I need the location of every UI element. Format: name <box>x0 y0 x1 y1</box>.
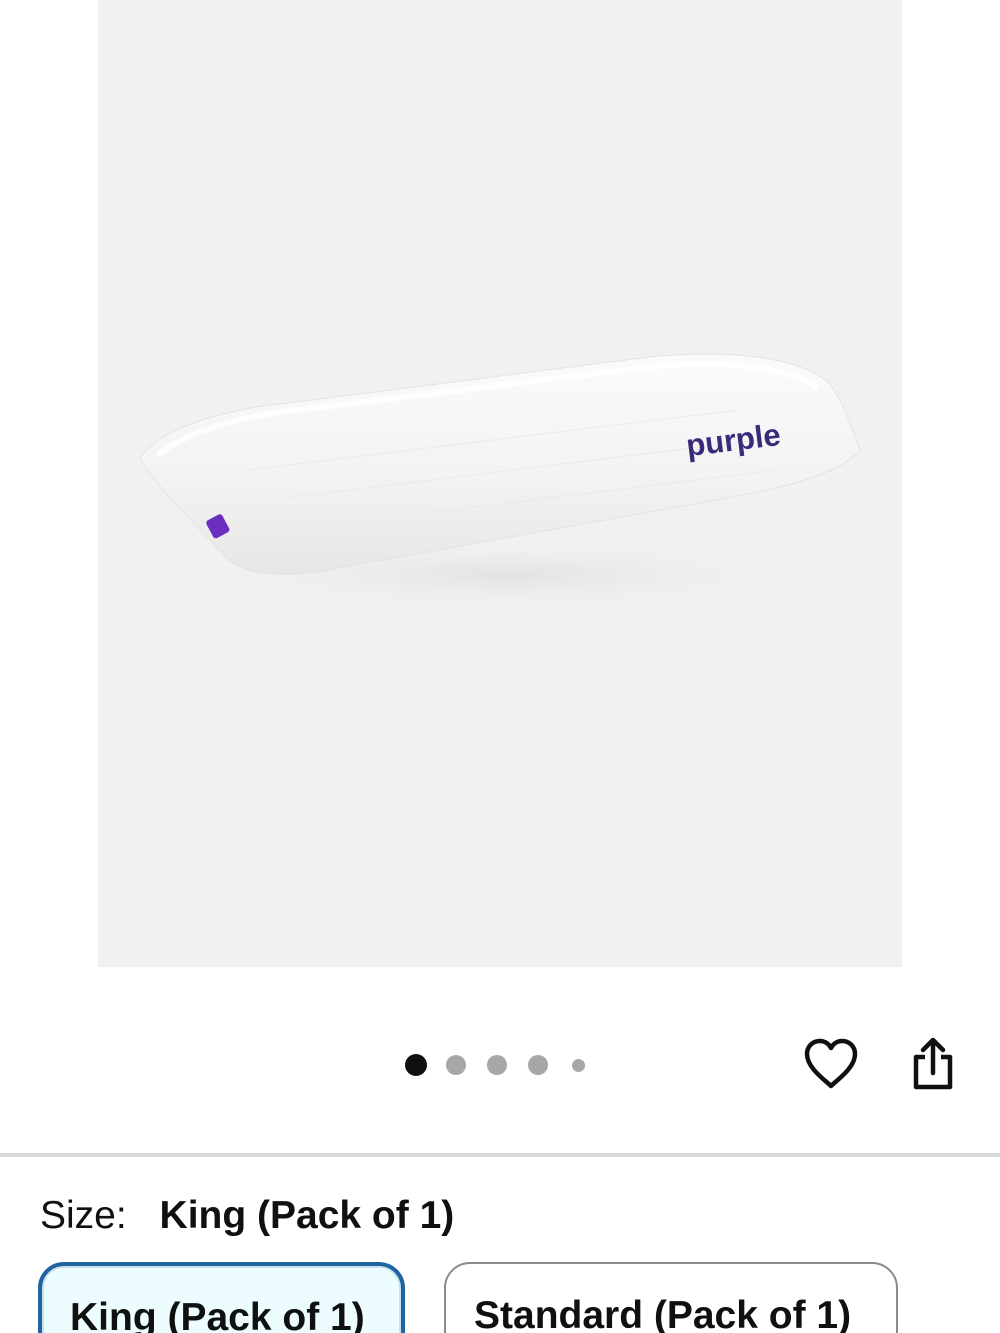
heart-icon <box>804 1038 858 1089</box>
share-icon <box>913 1037 953 1090</box>
carousel-indicator[interactable] <box>405 1052 585 1078</box>
size-selector-header: Size: King (Pack of 1) <box>40 1190 454 1242</box>
carousel-dot-5[interactable] <box>572 1058 585 1072</box>
carousel-dot-4[interactable] <box>528 1055 548 1075</box>
size-label: Size: <box>40 1194 127 1237</box>
share-button[interactable] <box>905 1034 961 1094</box>
size-option-standard[interactable]: Standard (Pack of 1) <box>444 1262 898 1333</box>
carousel-dot-3[interactable] <box>487 1055 507 1075</box>
carousel-dot-1[interactable] <box>405 1054 427 1076</box>
selected-size-value: King (Pack of 1) <box>159 1194 455 1237</box>
size-option-king[interactable]: King (Pack of 1) <box>38 1262 405 1333</box>
product-detail-page: purple Size: King (Pack of 1) King (Pack… <box>0 0 1000 1333</box>
section-divider <box>0 1153 1000 1157</box>
add-to-wishlist-button[interactable] <box>800 1034 862 1094</box>
size-option-label: Standard (Pack of 1) <box>474 1294 852 1333</box>
product-image[interactable]: purple <box>98 0 902 967</box>
pillow-image: purple <box>139 353 861 615</box>
size-option-label: King (Pack of 1) <box>70 1296 365 1333</box>
carousel-dot-2[interactable] <box>446 1055 466 1075</box>
